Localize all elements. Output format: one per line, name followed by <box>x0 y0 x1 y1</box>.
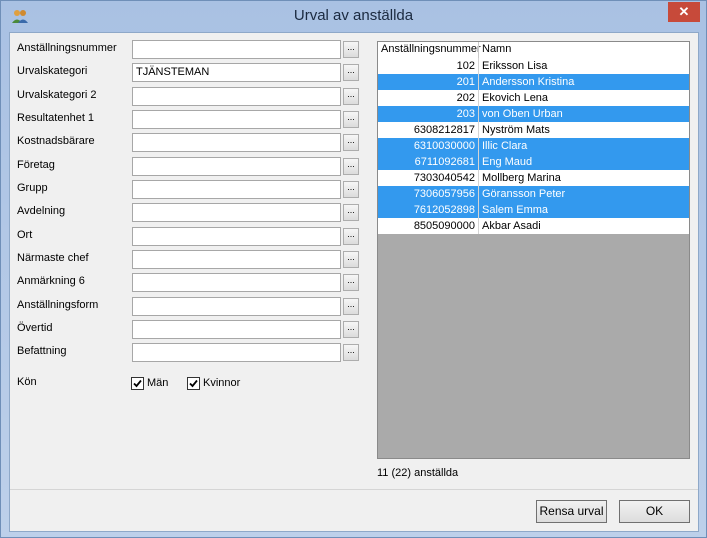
employee-count: 11 (22) anställda <box>377 467 459 479</box>
field-label: Anmärkning 6 <box>17 275 85 287</box>
title-bar[interactable]: Urval av anställda ✕ <box>1 1 706 31</box>
table-row[interactable]: 201 Andersson Kristina <box>378 74 689 90</box>
field-input[interactable] <box>132 250 341 269</box>
field-label: Övertid <box>17 322 53 334</box>
table-row[interactable]: 202 Ekovich Lena <box>378 90 689 106</box>
dialog-window: Urval av anställda ✕ Anställningsnummer.… <box>0 0 707 538</box>
browse-button[interactable]: ... <box>343 251 359 268</box>
employee-name-cell: Akbar Asadi <box>482 220 541 232</box>
browse-button[interactable]: ... <box>343 111 359 128</box>
browse-button[interactable]: ... <box>343 64 359 81</box>
grid-header: Anställningsnummer Namn <box>378 42 689 59</box>
field-input[interactable] <box>132 227 341 246</box>
browse-button[interactable]: ... <box>343 204 359 221</box>
employee-number-cell: 102 <box>456 60 475 72</box>
employee-number-cell: 7612052898 <box>413 204 475 216</box>
employee-number-cell: 7306057956 <box>413 188 475 200</box>
footer-divider <box>10 489 698 490</box>
field-label: Befattning <box>17 345 67 357</box>
employee-number-cell: 203 <box>456 108 475 120</box>
field-label: Anställningsnummer <box>17 42 117 54</box>
employee-name-cell: Mollberg Marina <box>482 172 561 184</box>
field-input[interactable]: TJÄNSTEMAN <box>132 63 341 82</box>
field-input[interactable] <box>132 157 341 176</box>
dialog-body: Anställningsnummer... Urvalskategori TJÄNS… <box>9 32 699 532</box>
browse-button[interactable]: ... <box>343 274 359 291</box>
browse-button[interactable]: ... <box>343 134 359 151</box>
field-label: Närmaste chef <box>17 252 89 264</box>
column-header-number[interactable]: Anställningsnummer <box>381 43 481 55</box>
browse-button[interactable]: ... <box>343 298 359 315</box>
employee-number-cell: 6308212817 <box>413 124 475 136</box>
field-input[interactable] <box>132 297 341 316</box>
employee-name-cell: Illic Clara <box>482 140 528 152</box>
field-input[interactable] <box>132 203 341 222</box>
field-input[interactable] <box>132 273 341 292</box>
field-label: Urvalskategori 2 <box>17 89 97 101</box>
checkbox-women[interactable] <box>187 377 200 390</box>
employee-grid[interactable]: Anställningsnummer Namn 102 Eriksson Lisa… <box>377 41 690 459</box>
employee-name-cell: Göransson Peter <box>482 188 566 200</box>
field-input[interactable] <box>132 320 341 339</box>
browse-button[interactable]: ... <box>343 344 359 361</box>
checkmark-icon <box>133 379 142 388</box>
browse-button[interactable]: ... <box>343 228 359 245</box>
employee-name-cell: Nyström Mats <box>482 124 550 136</box>
table-row[interactable]: 102 Eriksson Lisa <box>378 58 689 74</box>
checkbox-men-label: Män <box>147 377 169 389</box>
employee-name-cell: Andersson Kristina <box>482 76 575 88</box>
browse-button[interactable]: ... <box>343 321 359 338</box>
checkmark-icon <box>189 379 198 388</box>
employee-number-cell: 202 <box>456 92 475 104</box>
table-row[interactable]: 6308212817 Nyström Mats <box>378 122 689 138</box>
field-input[interactable] <box>132 180 341 199</box>
field-input[interactable] <box>132 110 341 129</box>
field-label: Grupp <box>17 182 48 194</box>
window-title: Urval av anställda <box>293 7 414 24</box>
field-label: Urvalskategori <box>17 65 88 77</box>
browse-button[interactable]: ... <box>343 88 359 105</box>
field-label: Anställningsform <box>17 299 99 311</box>
ok-button[interactable]: OK <box>619 500 690 523</box>
table-row[interactable]: 8505090000 Akbar Asadi <box>378 218 689 234</box>
table-row[interactable]: 6310030000 Illic Clara <box>378 138 689 154</box>
clear-selection-button[interactable]: Rensa urval <box>536 500 607 523</box>
employee-number-cell: 7303040542 <box>413 172 475 184</box>
gender-label: Kön <box>17 376 37 388</box>
table-row[interactable]: 7303040542 Mollberg Marina <box>378 170 689 186</box>
field-label: Resultatenhet 1 <box>17 112 95 124</box>
employee-number-cell: 201 <box>456 76 475 88</box>
browse-button[interactable]: ... <box>343 181 359 198</box>
checkbox-men[interactable] <box>131 377 144 390</box>
field-input[interactable] <box>132 40 341 59</box>
browse-button[interactable]: ... <box>343 158 359 175</box>
employee-name-cell: Ekovich Lena <box>482 92 549 104</box>
employee-name-cell: Salem Emma <box>482 204 549 216</box>
table-row[interactable]: 6711092681 Eng Maud <box>378 154 689 170</box>
field-label: Ort <box>17 229 33 241</box>
close-button[interactable]: ✕ <box>668 2 700 22</box>
field-label: Företag <box>17 159 55 171</box>
table-row[interactable]: 7612052898 Salem Emma <box>378 202 689 218</box>
browse-button[interactable]: ... <box>343 41 359 58</box>
table-row[interactable]: 7306057956 Göransson Peter <box>378 186 689 202</box>
employee-number-cell: 6711092681 <box>414 156 475 168</box>
field-input[interactable] <box>132 87 341 106</box>
checkbox-women-label: Kvinnor <box>203 377 241 389</box>
table-row[interactable]: 203 von Oben Urban <box>378 106 689 122</box>
employee-name-cell: Eriksson Lisa <box>482 60 548 72</box>
field-input[interactable] <box>132 343 341 362</box>
field-label: Avdelning <box>17 205 66 217</box>
employee-name-cell: Eng Maud <box>482 156 533 168</box>
column-header-name[interactable]: Namn <box>482 43 511 55</box>
employee-name-cell: von Oben Urban <box>482 108 563 120</box>
employee-number-cell: 6310030000 <box>413 140 475 152</box>
employee-number-cell: 8505090000 <box>413 220 475 232</box>
field-label: Kostnadsbärare <box>17 135 95 147</box>
field-input[interactable] <box>132 133 341 152</box>
